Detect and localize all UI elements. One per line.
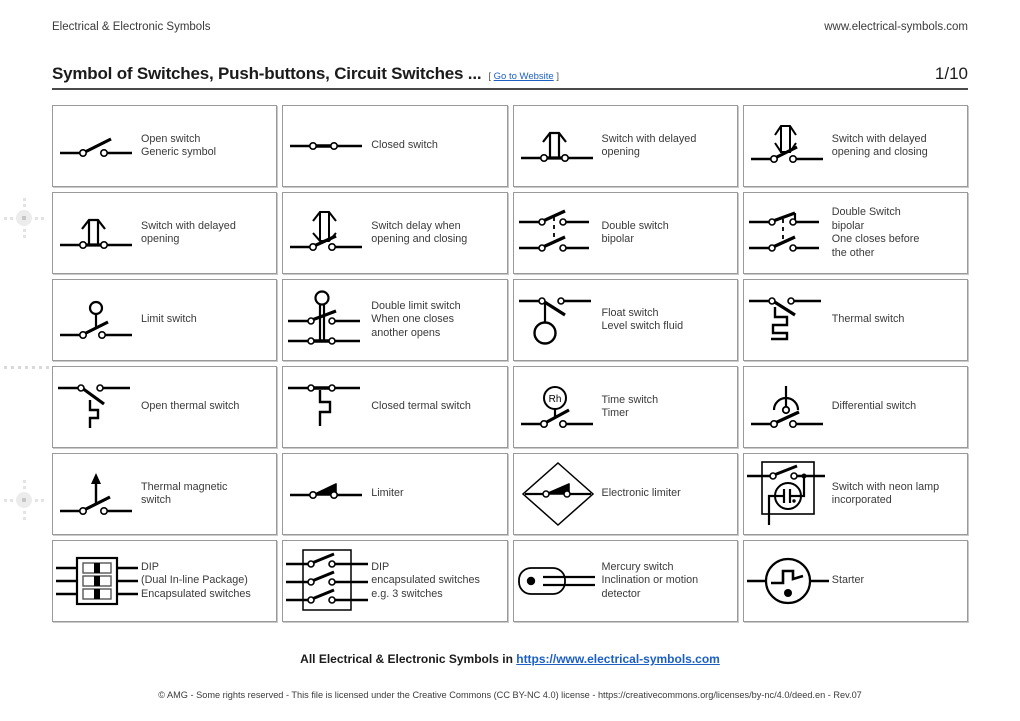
symbol-cell[interactable]: Open switch Generic symbol <box>52 105 278 187</box>
symbol-cell[interactable]: Closed switch <box>282 105 508 187</box>
closed-switch-symbol <box>283 106 371 186</box>
double-limit-switch-symbol <box>283 280 371 360</box>
footer-website-link[interactable]: https://www.electrical-symbols.com <box>516 652 720 666</box>
symbol-cell[interactable]: Electronic limiter <box>512 453 738 535</box>
symbol-label: Switch with neon lamp incorporated <box>831 480 940 507</box>
symbol-label: Double limit switch When one closes anot… <box>371 299 461 339</box>
switch-delay-opening-closing-symbol <box>283 193 371 273</box>
symbol-label: Switch with delayed opening <box>141 219 236 246</box>
double-switch-bipolar-sequence-symbol <box>744 193 832 273</box>
symbol-label: Double Switch bipolar One closes before … <box>831 206 920 259</box>
symbol-cell[interactable]: DIP (Dual In-line Package) Encapsulated … <box>52 540 278 622</box>
symbol-cell[interactable]: Closed termal switch <box>282 366 508 448</box>
symbol-label: Open switch Generic symbol <box>141 132 217 159</box>
starter-symbol <box>744 541 832 621</box>
footer-license: © AMG - Some rights reserved - This file… <box>158 690 862 700</box>
symbol-cell[interactable]: Limiter <box>282 453 508 535</box>
symbol-label: DIP encapsulated switches e.g. 3 switche… <box>371 560 480 600</box>
symbol-cell[interactable]: Float switch Level switch fluid <box>512 279 738 361</box>
time-switch-symbol: Rh <box>514 367 602 447</box>
symbol-label: Limiter <box>371 487 404 500</box>
thermal-magnetic-switch-symbol <box>53 454 141 534</box>
open-switch-symbol <box>53 106 141 186</box>
symbol-label: Starter <box>831 574 865 587</box>
header-left-text: Electrical & Electronic Symbols <box>52 21 211 33</box>
symbol-label: Limit switch <box>141 313 197 326</box>
symbol-cell[interactable]: Thermal magnetic switch <box>52 453 278 535</box>
page-title: Symbol of Switches, Push-buttons, Circui… <box>52 64 482 83</box>
symbol-cell[interactable]: Switch with neon lamp incorporated <box>742 453 968 535</box>
symbol-label: Float switch Level switch fluid <box>601 306 684 333</box>
symbol-cell[interactable]: Double limit switch When one closes anot… <box>282 279 508 361</box>
registration-mark-top <box>2 196 46 240</box>
symbol-cell[interactable]: Open thermal switch <box>52 366 278 448</box>
symbol-cell[interactable]: Starter <box>742 540 968 622</box>
symbol-cell[interactable]: Switch with delayed opening <box>512 105 738 187</box>
symbol-grid: Open switch Generic symbol Closed switch <box>52 105 968 622</box>
symbol-cell[interactable]: Differential switch <box>742 366 968 448</box>
symbol-label: Time switch Timer <box>601 393 659 420</box>
double-switch-bipolar-symbol <box>514 193 602 273</box>
symbol-label: Switch with delayed opening <box>601 132 697 159</box>
symbol-label: Switch with delayed opening and closing <box>831 132 928 159</box>
title-rule <box>52 88 968 90</box>
page-number: 1/10 <box>934 64 968 83</box>
symbol-cell[interactable]: Switch with delayed opening <box>52 192 278 274</box>
symbol-label: Thermal magnetic switch <box>141 480 228 507</box>
footer-main: All Electrical & Electronic Symbols in h… <box>0 652 1020 666</box>
symbol-cell[interactable]: Mercury switch Inclination or motion det… <box>512 540 738 622</box>
symbol-label: Thermal switch <box>831 313 905 326</box>
goto-website-link[interactable]: Go to Website <box>494 71 554 82</box>
switch-neon-lamp-symbol <box>744 454 832 534</box>
goto-open-bracket: [ <box>488 71 492 82</box>
title-row: Symbol of Switches, Push-buttons, Circui… <box>52 64 968 84</box>
symbol-label: Double switch bipolar <box>601 219 669 246</box>
registration-mark-bottom <box>2 478 46 522</box>
float-switch-symbol <box>514 280 602 360</box>
symbol-cell[interactable]: Limit switch <box>52 279 278 361</box>
symbol-label: Switch delay when opening and closing <box>371 219 468 246</box>
symbol-label: Closed termal switch <box>371 400 471 413</box>
thermal-switch-symbol <box>744 280 832 360</box>
switch-delayed-opening-symbol <box>514 106 602 186</box>
goto-close-bracket: ] <box>556 71 559 82</box>
differential-switch-symbol <box>744 367 832 447</box>
symbol-cell[interactable]: Double Switch bipolar One closes before … <box>742 192 968 274</box>
header-bar: Electrical & Electronic Symbols www.elec… <box>52 21 968 33</box>
closed-thermal-switch-symbol <box>283 367 371 447</box>
limit-switch-symbol <box>53 280 141 360</box>
symbol-cell[interactable]: Switch with delayed opening and closing <box>742 105 968 187</box>
limiter-symbol <box>283 454 371 534</box>
switch-delayed-opening-closing-symbol <box>744 106 832 186</box>
symbol-label: Mercury switch Inclination or motion det… <box>601 560 699 600</box>
symbol-cell[interactable]: Double switch bipolar <box>512 192 738 274</box>
dip-encapsulated-switches-symbol <box>283 541 371 621</box>
page-title-group: Symbol of Switches, Push-buttons, Circui… <box>52 64 559 84</box>
registration-dashes-middle <box>4 356 53 369</box>
symbol-label: Closed switch <box>371 139 438 152</box>
symbol-cell[interactable]: DIP encapsulated switches e.g. 3 switche… <box>282 540 508 622</box>
footer-main-prefix: All Electrical & Electronic Symbols in <box>300 652 517 666</box>
symbol-label: DIP (Dual In-line Package) Encapsulated … <box>141 560 251 600</box>
document-page: Electrical & Electronic Symbols www.elec… <box>0 0 1020 721</box>
header-website-text: www.electrical-symbols.com <box>824 21 968 33</box>
symbol-label: Electronic limiter <box>601 487 681 500</box>
symbol-cell[interactable]: Switch delay when opening and closing <box>282 192 508 274</box>
time-switch-inner-label: Rh <box>548 394 561 405</box>
mercury-switch-symbol <box>514 541 602 621</box>
symbol-cell[interactable]: Thermal switch <box>742 279 968 361</box>
electronic-limiter-symbol <box>514 454 602 534</box>
switch-delayed-opening-2-symbol <box>53 193 141 273</box>
dip-package-symbol <box>53 541 141 621</box>
symbol-label: Open thermal switch <box>141 400 240 413</box>
symbol-label: Differential switch <box>831 400 917 413</box>
open-thermal-switch-symbol <box>53 367 141 447</box>
symbol-cell[interactable]: Rh Time switch Timer <box>512 366 738 448</box>
goto-website-wrapper: [ Go to Website ] <box>488 71 559 82</box>
